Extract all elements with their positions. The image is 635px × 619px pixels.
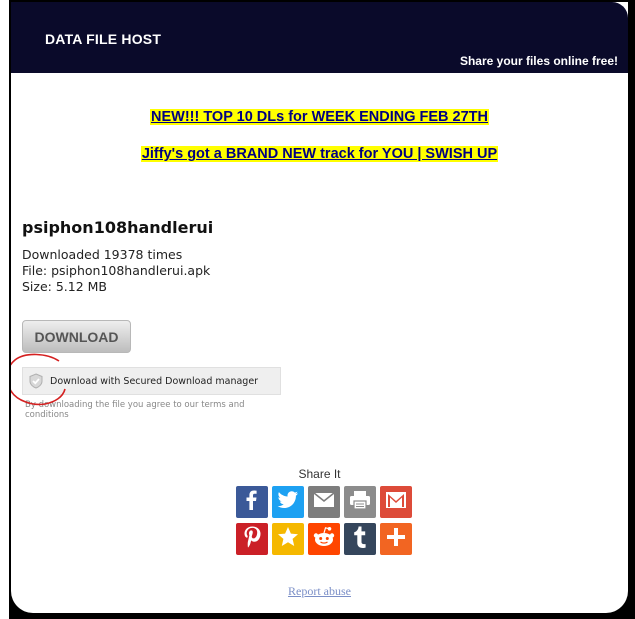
reddit-icon xyxy=(312,526,336,553)
promo-banner-top10: NEW!!! TOP 10 DLs for WEEK ENDING FEB 27… xyxy=(11,109,628,125)
print-icon xyxy=(349,490,371,515)
promo-link-top10[interactable]: NEW!!! TOP 10 DLs for WEEK ENDING FEB 27… xyxy=(149,109,490,125)
share-facebook-button[interactable] xyxy=(236,486,268,518)
report-abuse-link[interactable]: Report abuse xyxy=(288,584,351,598)
share-tumblr-button[interactable] xyxy=(344,523,376,555)
promo-banner-new-track: Jiffy's got a BRAND NEW track for YOU | … xyxy=(11,146,628,162)
terms-notice: By downloading the file you agree to our… xyxy=(25,400,245,420)
more-icon xyxy=(386,527,406,552)
secure-download-label: Download with Secured Download manager xyxy=(50,376,259,387)
facebook-icon xyxy=(243,490,261,515)
page-container: DATA FILE HOST Share your files online f… xyxy=(11,2,628,613)
shield-check-icon xyxy=(28,373,44,389)
share-reddit-button[interactable] xyxy=(308,523,340,555)
download-count: Downloaded 19378 times xyxy=(22,247,183,262)
report-abuse: Report abuse xyxy=(11,584,628,599)
share-more-button[interactable] xyxy=(380,523,412,555)
site-header: DATA FILE HOST Share your files online f… xyxy=(11,2,628,73)
download-button[interactable]: DOWNLOAD xyxy=(22,320,131,353)
share-heading: Share It xyxy=(298,467,341,481)
share-pinterest-button[interactable] xyxy=(236,523,268,555)
promo-link-new-track[interactable]: Jiffy's got a BRAND NEW track for YOU | … xyxy=(140,146,499,162)
share-email-button[interactable] xyxy=(308,486,340,518)
window-left-edge xyxy=(0,0,9,619)
share-favorites-button[interactable] xyxy=(272,523,304,555)
share-gmail-button[interactable] xyxy=(380,486,412,518)
tumblr-icon xyxy=(353,526,367,553)
site-tagline: Share your files online free! xyxy=(459,54,618,68)
gmail-icon xyxy=(385,491,407,514)
share-twitter-button[interactable] xyxy=(272,486,304,518)
share-print-button[interactable] xyxy=(344,486,376,518)
file-filename: File: psiphon108handlerui.apk xyxy=(22,263,211,278)
email-icon xyxy=(313,491,335,513)
file-title: psiphon108handlerui xyxy=(22,218,214,237)
site-title[interactable]: DATA FILE HOST xyxy=(45,31,161,47)
pinterest-icon xyxy=(243,526,261,553)
secure-download-manager-option[interactable]: Download with Secured Download manager xyxy=(22,367,281,395)
file-size: Size: 5.12 MB xyxy=(22,279,108,294)
twitter-icon xyxy=(277,490,299,514)
favorites-icon xyxy=(277,526,299,553)
